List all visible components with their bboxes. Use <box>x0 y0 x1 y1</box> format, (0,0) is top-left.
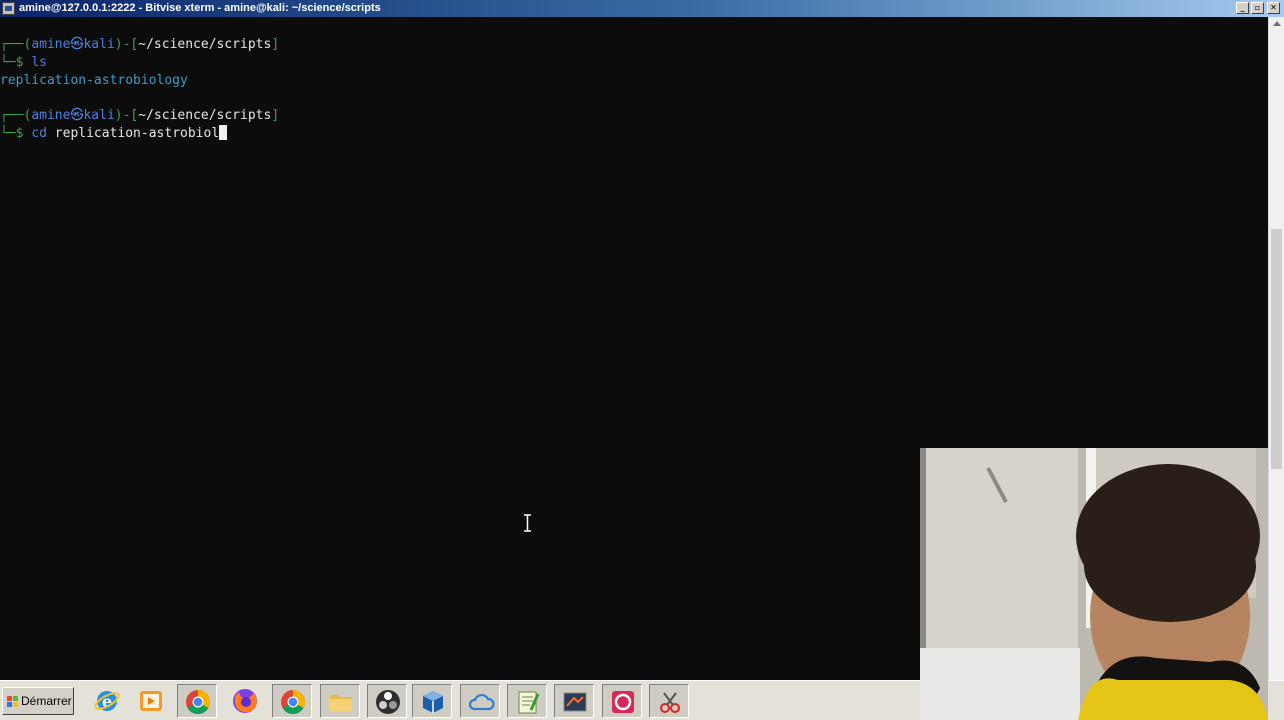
command-line-2[interactable]: └─$ cd replication-astrobiol <box>0 125 228 143</box>
text-cursor <box>219 125 228 140</box>
command-text: ls <box>31 55 47 70</box>
webcam-overlay <box>920 448 1268 720</box>
chrome-icon[interactable] <box>272 684 312 718</box>
prompt-at: ㉿ <box>70 37 84 52</box>
prompt-host: kali <box>83 37 115 52</box>
ls-output: replication-astrobiology <box>0 73 188 88</box>
windows-logo-icon <box>7 696 18 707</box>
prompt-line-2: ┌──(amine㉿kali)-[~/science/scripts] <box>0 107 279 125</box>
prompt-user: amine <box>31 37 71 52</box>
internet-explorer-icon[interactable]: e <box>87 684 127 718</box>
prompt-path: ~/science/scripts <box>138 108 272 123</box>
window-title: amine@127.0.0.1:2222 - Bitvise xterm - a… <box>19 2 381 14</box>
scrollbar-thumb[interactable] <box>1271 229 1282 469</box>
bitvise-terminal-icon[interactable] <box>554 684 594 718</box>
terminal-app-icon <box>2 2 15 15</box>
prompt-dollar: └─$ <box>0 126 32 141</box>
prompt-line-1: ┌──(amine㉿kali)-[~/science/scripts] <box>0 36 279 54</box>
prompt-bracket: ] <box>271 108 280 123</box>
command-argument: replication-astrobiol <box>46 126 220 141</box>
prompt-bracket: ┌──( <box>0 37 32 52</box>
screen-recorder-icon[interactable] <box>602 684 642 718</box>
snipping-tool-icon[interactable] <box>649 684 689 718</box>
command-text: cd <box>31 126 47 141</box>
prompt-bracket: ┌──( <box>0 108 32 123</box>
close-button[interactable]: ✕ <box>1267 2 1280 14</box>
prompt-at: ㉿ <box>70 108 84 123</box>
prompt-bracket: )-[ <box>114 108 139 123</box>
window-titlebar[interactable]: amine@127.0.0.1:2222 - Bitvise xterm - a… <box>0 0 1284 17</box>
cloud-icon[interactable] <box>460 684 500 718</box>
firefox-icon[interactable] <box>225 684 265 718</box>
prompt-user: amine <box>31 108 71 123</box>
ibeam-cursor-icon <box>524 514 531 532</box>
obs-icon[interactable] <box>367 684 407 718</box>
webcam-image <box>920 448 1268 720</box>
vertical-scrollbar[interactable] <box>1268 17 1284 680</box>
prompt-bracket: ] <box>271 37 280 52</box>
command-line-1: └─$ ls <box>0 54 47 72</box>
notepad-icon[interactable] <box>507 684 547 718</box>
prompt-dollar: └─$ <box>0 55 32 70</box>
scroll-up-arrow-icon[interactable] <box>1273 21 1281 26</box>
media-player-icon[interactable] <box>131 684 171 718</box>
file-explorer-icon[interactable] <box>320 684 360 718</box>
start-label: Démarrer <box>21 694 72 708</box>
restore-button[interactable]: ▫ <box>1251 2 1264 14</box>
start-button[interactable]: Démarrer <box>2 687 74 715</box>
prompt-bracket: )-[ <box>114 37 139 52</box>
prompt-host: kali <box>83 108 115 123</box>
virtualbox-icon[interactable] <box>412 684 452 718</box>
chrome-icon[interactable] <box>177 684 217 718</box>
minimize-button[interactable]: _ <box>1236 2 1249 14</box>
prompt-path: ~/science/scripts <box>138 37 272 52</box>
